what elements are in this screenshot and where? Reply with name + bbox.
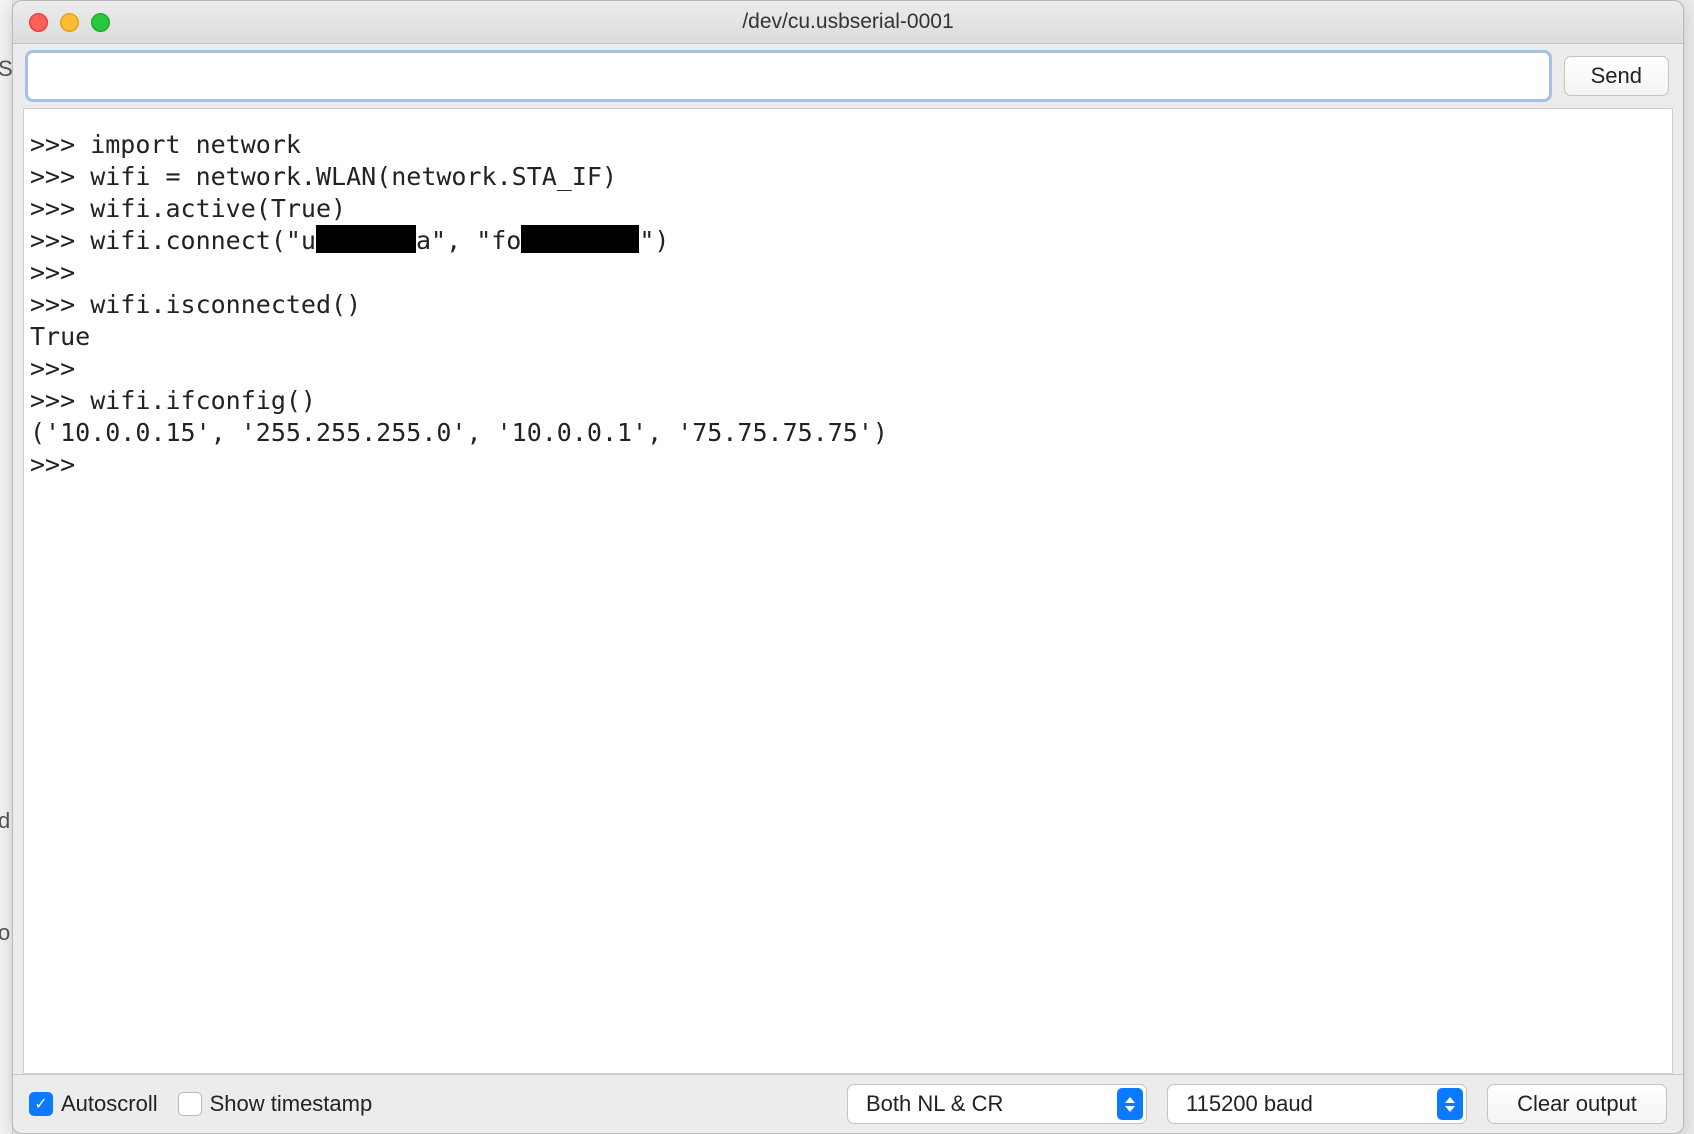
checkbox-icon (178, 1092, 202, 1116)
bg-letter: o (0, 920, 10, 946)
console-line: True (30, 321, 1666, 353)
titlebar[interactable]: /dev/cu.usbserial-0001 (13, 1, 1683, 44)
autoscroll-checkbox[interactable]: ✓ Autoscroll (29, 1091, 158, 1117)
minimize-icon[interactable] (60, 13, 79, 32)
close-icon[interactable] (29, 13, 48, 32)
line-ending-select[interactable]: Both NL & CR (847, 1084, 1147, 1124)
show-timestamp-label: Show timestamp (210, 1091, 373, 1117)
clear-output-button[interactable]: Clear output (1487, 1084, 1667, 1124)
chevron-up-down-icon (1117, 1088, 1143, 1120)
bg-letter: S (0, 56, 13, 82)
zoom-icon[interactable] (91, 13, 110, 32)
console-line: >>> (30, 449, 1666, 481)
footer-bar: ✓ Autoscroll Show timestamp Both NL & CR… (13, 1074, 1683, 1133)
bg-letter: d (0, 808, 10, 834)
show-timestamp-checkbox[interactable]: Show timestamp (178, 1091, 373, 1117)
chevron-up-down-icon (1437, 1088, 1463, 1120)
console-line: >>> wifi.active(True) (30, 193, 1666, 225)
send-button[interactable]: Send (1564, 56, 1669, 96)
baud-rate-value: 115200 baud (1186, 1091, 1313, 1117)
redacted-text (316, 225, 416, 253)
console-line: >>> (30, 257, 1666, 289)
console-line: >>> wifi.connect("ua", "fo") (30, 225, 1666, 257)
line-ending-value: Both NL & CR (866, 1091, 1003, 1117)
autoscroll-label: Autoscroll (61, 1091, 158, 1117)
serial-monitor-window: /dev/cu.usbserial-0001 Send >>> import n… (12, 0, 1684, 1134)
serial-input[interactable] (27, 52, 1550, 100)
window-title: /dev/cu.usbserial-0001 (13, 10, 1683, 34)
checkbox-icon: ✓ (29, 1092, 53, 1116)
console-line: >>> wifi.isconnected() (30, 289, 1666, 321)
window-controls (29, 13, 110, 32)
redacted-text (521, 225, 639, 253)
send-toolbar: Send (13, 44, 1683, 108)
console-line: ('10.0.0.15', '255.255.255.0', '10.0.0.1… (30, 417, 1666, 449)
serial-console[interactable]: >>> import network>>> wifi = network.WLA… (23, 108, 1673, 1074)
console-line: >>> wifi = network.WLAN(network.STA_IF) (30, 161, 1666, 193)
console-line: >>> (30, 353, 1666, 385)
console-line: >>> wifi.ifconfig() (30, 385, 1666, 417)
console-line: >>> import network (30, 129, 1666, 161)
baud-rate-select[interactable]: 115200 baud (1167, 1084, 1467, 1124)
